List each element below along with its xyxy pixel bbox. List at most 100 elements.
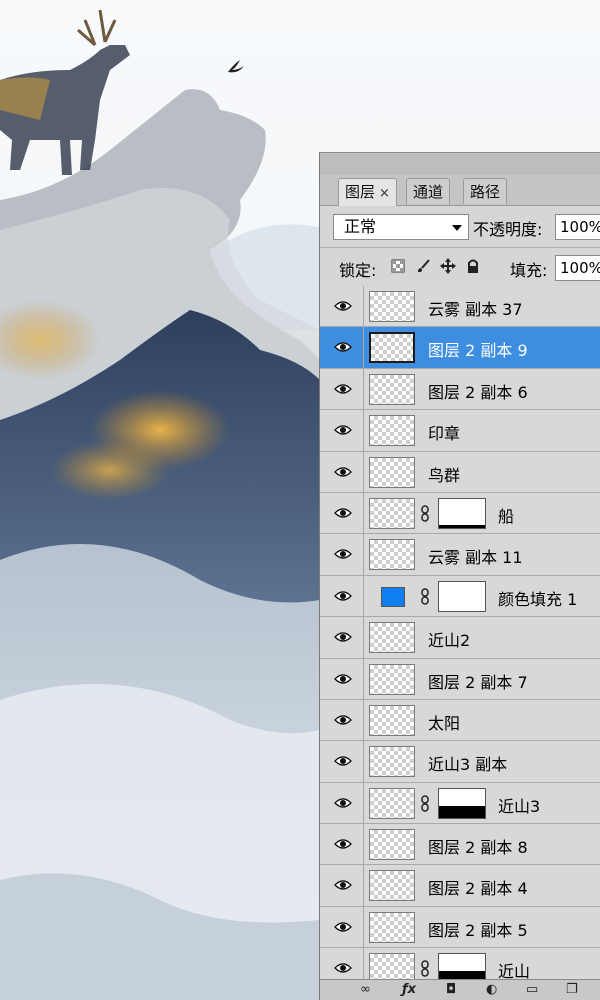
- adjustment-icon[interactable]: ◐: [486, 982, 497, 997]
- chain-link-icon[interactable]: [420, 587, 430, 605]
- layers-panel: 图层 × 通道 路径 正常 不透明度: 100% 锁定: 填充: 100% 云雾…: [319, 152, 600, 1000]
- layer-name: 图层 2 副本 6: [428, 382, 528, 402]
- layer-name: 鸟群: [428, 465, 461, 485]
- visibility-toggle[interactable]: [320, 617, 364, 658]
- fill-input[interactable]: 100%: [555, 255, 600, 281]
- visibility-toggle[interactable]: [320, 658, 364, 699]
- tab-channels-label: 通道: [413, 183, 444, 201]
- layer-name: 图层 2 副本 8: [428, 838, 528, 858]
- layer-row[interactable]: 图层 2 副本 6: [320, 368, 600, 411]
- visibility-toggle[interactable]: [320, 327, 364, 368]
- layer-row[interactable]: 图层 2 副本 8: [320, 824, 600, 866]
- eye-icon: [334, 922, 352, 932]
- layer-row[interactable]: 近山3 副本: [320, 741, 600, 783]
- layer-name: 近山3: [498, 796, 541, 816]
- blend-mode-value: 正常: [344, 217, 377, 236]
- layer-row[interactable]: 云雾 副本 11: [320, 534, 600, 576]
- panel-footer: ∞ ƒx ◘ ◐ ▭ ❐: [320, 979, 600, 1000]
- chain-link-icon[interactable]: [420, 505, 430, 522]
- eye-icon: [334, 756, 352, 766]
- layer-thumbnail: [369, 332, 415, 364]
- chain-link-icon[interactable]: [420, 960, 430, 977]
- color-swatch[interactable]: [381, 586, 405, 607]
- layer-row-selected[interactable]: 图层 2 副本 9: [320, 327, 600, 369]
- visibility-toggle[interactable]: [320, 492, 364, 534]
- visibility-toggle[interactable]: [320, 906, 364, 948]
- layer-thumbnail: [369, 870, 415, 902]
- layer-name: 图层 2 副本 5: [428, 920, 528, 940]
- layer-row[interactable]: 云雾 副本 37: [320, 286, 600, 328]
- visibility-toggle[interactable]: [320, 368, 364, 410]
- visibility-toggle[interactable]: [320, 741, 364, 782]
- layer-mask-thumbnail[interactable]: [438, 497, 486, 529]
- tab-channels[interactable]: 通道: [406, 178, 451, 204]
- layer-thumbnail: [369, 622, 415, 654]
- layer-row[interactable]: 图层 2 副本 5: [320, 906, 600, 949]
- eye-icon: [334, 508, 352, 518]
- close-icon[interactable]: ×: [379, 186, 390, 201]
- tab-paths[interactable]: 路径: [463, 178, 508, 204]
- opacity-input[interactable]: 100%: [555, 214, 600, 240]
- layer-row[interactable]: 近山3: [320, 782, 600, 825]
- layer-row[interactable]: 太阳: [320, 699, 600, 742]
- lock-brush-icon[interactable]: [415, 258, 431, 274]
- layer-row[interactable]: 图层 2 副本 4: [320, 865, 600, 907]
- layer-thumbnail: [369, 746, 415, 778]
- blend-mode-select[interactable]: 正常: [333, 214, 469, 240]
- layer-name: 近山2: [428, 631, 471, 651]
- layer-thumbnail: [369, 829, 415, 861]
- layer-row[interactable]: 近山2: [320, 617, 600, 659]
- layer-thumbnail: [369, 291, 415, 322]
- tab-paths-label: 路径: [470, 183, 501, 201]
- layer-row[interactable]: 船: [320, 492, 600, 535]
- layer-thumbnail: [369, 911, 415, 943]
- visibility-toggle[interactable]: [320, 410, 364, 451]
- layer-name: 图层 2 副本 9: [428, 341, 528, 361]
- layer-name: 太阳: [428, 713, 461, 733]
- layer-row[interactable]: 图层 2 副本 7: [320, 658, 600, 700]
- folder-icon[interactable]: ▭: [526, 982, 538, 997]
- tab-layers[interactable]: 图层 ×: [338, 178, 397, 206]
- chain-link-icon[interactable]: [420, 794, 430, 812]
- lock-row: 锁定: 填充: 100%: [320, 248, 600, 289]
- blend-row: 正常 不透明度: 100%: [320, 207, 600, 248]
- lock-all-icon[interactable]: [465, 258, 481, 274]
- new-layer-icon[interactable]: ❐: [566, 982, 578, 997]
- visibility-toggle[interactable]: [320, 865, 364, 906]
- visibility-toggle[interactable]: [320, 824, 364, 865]
- layer-thumbnail: [369, 663, 415, 695]
- visibility-toggle[interactable]: [320, 782, 364, 824]
- layer-row[interactable]: 鸟群: [320, 451, 600, 493]
- visibility-toggle[interactable]: [320, 699, 364, 741]
- visibility-toggle[interactable]: [320, 286, 364, 327]
- panel-title-strip: [320, 153, 600, 176]
- visibility-toggle[interactable]: [320, 575, 364, 617]
- fx-icon[interactable]: ƒx: [402, 982, 416, 997]
- layer-thumbnail: [369, 497, 415, 529]
- eye-icon: [334, 715, 352, 725]
- layer-mask-thumbnail[interactable]: [438, 580, 486, 612]
- visibility-toggle[interactable]: [320, 534, 364, 575]
- eye-icon: [334, 384, 352, 394]
- layer-row[interactable]: 颜色填充 1: [320, 575, 600, 618]
- layer-mask-thumbnail[interactable]: [438, 787, 486, 819]
- eye-icon: [334, 301, 352, 311]
- eye-icon: [334, 591, 352, 601]
- mask-icon[interactable]: ◘: [446, 982, 456, 997]
- layer-thumbnail: [369, 787, 415, 819]
- layer-name: 图层 2 副本 7: [428, 672, 528, 692]
- lock-transparent-icon[interactable]: [390, 258, 406, 274]
- opacity-label: 不透明度:: [473, 220, 543, 239]
- fill-label: 填充:: [510, 261, 548, 280]
- layer-name: 船: [498, 506, 515, 526]
- layer-row[interactable]: 印章: [320, 410, 600, 452]
- eye-icon: [334, 425, 352, 435]
- eye-icon: [334, 549, 352, 559]
- lock-move-icon[interactable]: [440, 258, 456, 274]
- visibility-toggle[interactable]: [320, 451, 364, 492]
- layer-name: 近山3 副本: [428, 755, 508, 775]
- layer-thumbnail: [369, 539, 415, 571]
- layer-name: 云雾 副本 37: [428, 300, 523, 319]
- chevron-down-icon: [452, 225, 462, 231]
- link-icon[interactable]: ∞: [360, 982, 371, 997]
